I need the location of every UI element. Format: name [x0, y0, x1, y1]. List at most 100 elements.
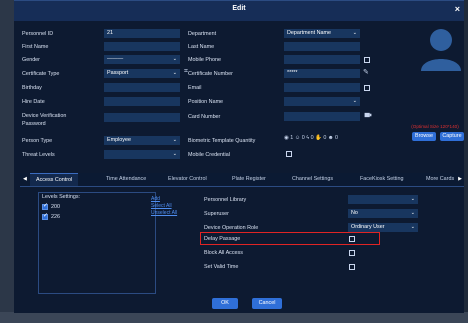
level-name: 200 [51, 204, 60, 210]
birthday-field[interactable] [104, 83, 180, 92]
dialog-title: Edit [232, 5, 246, 12]
tab-channel-settings[interactable]: Channel Settings [292, 176, 333, 182]
mobile-phone-field[interactable] [284, 55, 360, 64]
select-all-link[interactable]: Select All [151, 203, 172, 209]
visible-face-icon: ☻ [327, 135, 334, 141]
block-all-access-checkbox[interactable] [349, 250, 355, 256]
device-operation-role-value: Ordinary User [351, 224, 385, 230]
position-name-select[interactable]: ⌄ [284, 97, 360, 106]
block-all-access-label: Block All Access [204, 250, 243, 256]
gender-label: Gender [22, 57, 40, 63]
certificate-type-select[interactable]: Passport ⌄ [104, 69, 180, 78]
tab-elevator-control[interactable]: Elevator Control [168, 176, 207, 182]
capture-button[interactable]: Capture [440, 132, 464, 141]
tab-access-control[interactable]: Access Control [30, 173, 79, 186]
levels-settings-label: Levels Settings: [42, 194, 81, 200]
close-icon[interactable]: × [455, 4, 460, 14]
tab-time-attendance[interactable]: Time Attendance [106, 176, 146, 182]
level-name: 226 [51, 214, 60, 220]
biometric-count: 0 [301, 135, 305, 141]
mobile-phone-checkbox[interactable] [364, 57, 370, 63]
biometric-count: 0 [335, 135, 338, 141]
threat-levels-select[interactable]: ⌄ [104, 150, 180, 159]
superuser-value: No [351, 210, 358, 216]
tab-bar: ◀ Access Control Time Attendance Elevato… [20, 173, 464, 187]
chevron-down-icon: ⌄ [172, 70, 177, 76]
last-name-label: Last Name [188, 44, 215, 50]
person-type-select[interactable]: Employee ⌄ [104, 136, 180, 145]
avatar-placeholder-icon [421, 29, 461, 71]
last-name-field[interactable] [284, 42, 360, 51]
personnel-library-select[interactable]: ⌄ [348, 195, 418, 204]
superuser-select[interactable]: No ⌄ [348, 209, 418, 218]
department-value: Department Name [287, 30, 332, 36]
mobile-credential-label: Mobile Credential [188, 152, 230, 158]
browse-button[interactable]: Browse [412, 132, 436, 141]
background-window [0, 0, 14, 323]
tab-scroll-right-icon[interactable]: ▶ [458, 176, 462, 182]
unselect-all-link[interactable]: Unselect All [151, 210, 177, 216]
gender-select[interactable]: ——— ⌄ [104, 55, 180, 64]
first-name-label: First Name [22, 44, 49, 50]
tab-scroll-left-icon[interactable]: ◀ [23, 176, 27, 182]
device-operation-role-select[interactable]: Ordinary User ⌄ [348, 223, 418, 232]
hire-date-label: Hire Date [22, 99, 45, 105]
certificate-number-field[interactable]: ***** [284, 69, 360, 78]
cancel-button[interactable]: Cancel [252, 298, 282, 309]
tab-plate-register[interactable]: Plate Register [232, 176, 266, 182]
device-verification-label-line2: Password [22, 121, 46, 127]
biometric-counts: ◉ 1 ☺ 0 ϟ 0 ✋ 0 ☻ 0 [284, 135, 374, 145]
tab-more-cards[interactable]: More Cards [426, 176, 454, 182]
level-checkbox[interactable] [42, 212, 48, 220]
fingerprint-icon: ◉ [284, 135, 289, 141]
department-label: Department [188, 31, 217, 37]
mobile-credential-checkbox[interactable] [286, 151, 292, 157]
email-field[interactable] [284, 83, 360, 92]
personnel-id-label: Personnel ID [22, 31, 54, 37]
device-verification-password-field[interactable] [104, 113, 180, 122]
photo-size-hint: (Optimal Size 120*140) [411, 124, 459, 129]
ok-button[interactable]: OK [212, 298, 238, 309]
chevron-down-icon: ⌄ [352, 30, 357, 36]
device-operation-role-label: Device Operation Role [204, 225, 259, 231]
email-label: Email [188, 85, 202, 91]
person-type-value: Employee [107, 137, 131, 143]
certificate-number-label: Certificate Number [188, 71, 233, 77]
gender-value: ——— [107, 56, 124, 62]
edit-icon[interactable]: ✎ [363, 68, 369, 76]
add-level-link[interactable]: Add [151, 196, 160, 202]
biometric-count: 1 [290, 135, 294, 141]
chevron-down-icon: ⌄ [352, 98, 357, 104]
personnel-library-label: Personnel Library [204, 197, 247, 203]
biometric-count: 0 [323, 135, 327, 141]
level-checkbox[interactable] [42, 202, 48, 210]
chevron-down-icon: ⌄ [172, 151, 177, 157]
birthday-label: Birthday [22, 85, 42, 91]
threat-levels-label: Threat Levels [22, 152, 55, 158]
person-type-label: Person Type [22, 138, 53, 144]
certificate-type-label: Certificate Type [22, 71, 60, 77]
department-select[interactable]: Department Name ⌄ [284, 29, 360, 38]
card-reader-icon[interactable] [364, 112, 372, 118]
delay-passage-checkbox[interactable] [349, 236, 355, 242]
biometric-count: 0 [310, 135, 314, 141]
background-taskbar [0, 312, 468, 323]
face-icon: ☺ [294, 135, 301, 141]
card-number-label: Card Number [188, 114, 221, 120]
certificate-type-value: Passport [107, 70, 129, 76]
edit-dialog: Edit × Personnel ID 21 First Name Gender… [14, 0, 464, 313]
dialog-titlebar: Edit × [14, 1, 464, 21]
set-valid-time-checkbox[interactable] [349, 264, 355, 270]
device-verification-label: Device Verification [22, 113, 67, 119]
first-name-field[interactable] [104, 42, 180, 51]
card-number-field[interactable] [284, 112, 360, 121]
personnel-id-field[interactable]: 21 [104, 29, 180, 38]
delay-passage-label: Delay Passage [204, 236, 241, 242]
tab-facekiosk-setting[interactable]: FaceKiosk Setting [360, 176, 403, 182]
hire-date-field[interactable] [104, 97, 180, 106]
mobile-phone-label: Mobile Phone [188, 57, 221, 63]
biometric-template-quantity-label: Biometric Template Quantity [188, 138, 256, 144]
chevron-down-icon: ⌄ [410, 196, 415, 202]
chevron-down-icon: ⌄ [410, 210, 415, 216]
email-checkbox[interactable] [364, 85, 370, 91]
